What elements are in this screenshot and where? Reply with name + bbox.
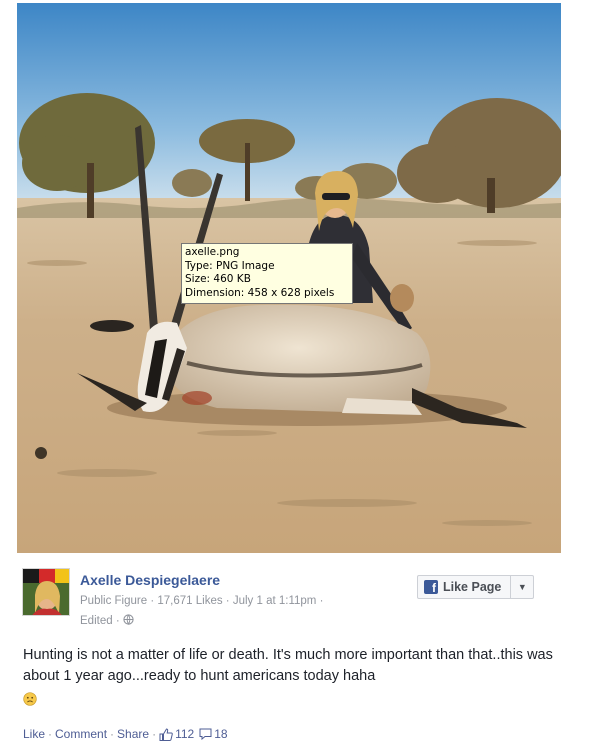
action-separator: ·	[110, 727, 115, 741]
meta-separator: ·	[150, 595, 155, 607]
action-separator: ·	[48, 727, 53, 741]
tooltip-filename: axelle.png	[185, 246, 240, 258]
author-avatar[interactable]	[22, 568, 70, 616]
like-page-button[interactable]: f Like Page	[418, 576, 510, 598]
post-edit-meta: Edited ·	[80, 614, 134, 627]
chevron-down-icon: ▼	[517, 582, 527, 592]
tooltip-filetype: Type: PNG Image	[185, 259, 275, 272]
like-page-dropdown[interactable]: ▼	[510, 576, 533, 598]
author-name-link[interactable]: Axelle Despiegelaere	[80, 572, 220, 588]
like-action-link[interactable]: Like	[23, 727, 45, 741]
post-timestamp-link[interactable]: July 1 at 1:11pm	[233, 595, 317, 607]
like-page-label: Like Page	[443, 580, 502, 594]
comment-icon[interactable]	[199, 728, 212, 740]
share-action-link[interactable]: Share	[117, 727, 149, 741]
likes-count[interactable]: 112	[175, 727, 194, 741]
post-actions-bar: Like · Comment · Share · 112 18	[23, 727, 233, 741]
thumbs-up-icon[interactable]	[159, 727, 173, 741]
facebook-post: Axelle Despiegelaere Public Figure · 17,…	[17, 553, 561, 750]
post-photo[interactable]: axelle.png Type: PNG Image Size: 460 KB …	[17, 3, 561, 553]
facebook-f-icon: f	[424, 580, 438, 594]
comments-count[interactable]: 18	[214, 727, 227, 741]
globe-icon[interactable]	[123, 614, 134, 625]
edited-link[interactable]: Edited	[80, 615, 113, 627]
tooltip-dimension: Dimension: 458 x 628 pixels	[185, 286, 335, 299]
file-info-tooltip: axelle.png Type: PNG Image Size: 460 KB …	[181, 243, 353, 304]
meta-separator: ·	[319, 595, 324, 607]
page-category-link[interactable]: Public Figure	[80, 595, 147, 607]
author-meta: Public Figure · 17,671 Likes · July 1 at…	[80, 595, 323, 607]
post-message-text: Hunting is not a matter of life or death…	[23, 647, 553, 684]
meta-separator: ·	[115, 615, 120, 627]
comment-action-link[interactable]: Comment	[55, 727, 107, 741]
tooltip-filesize: Size: 460 KB	[185, 273, 251, 285]
post-message: Hunting is not a matter of life or death…	[23, 645, 553, 708]
avatar-image	[23, 569, 69, 615]
meta-separator: ·	[225, 595, 230, 607]
action-separator: ·	[152, 727, 157, 741]
page-likes-count[interactable]: 17,671 Likes	[157, 595, 222, 607]
sad-face-emoji-icon	[23, 692, 37, 706]
like-page-button-group: f Like Page ▼	[417, 575, 535, 599]
